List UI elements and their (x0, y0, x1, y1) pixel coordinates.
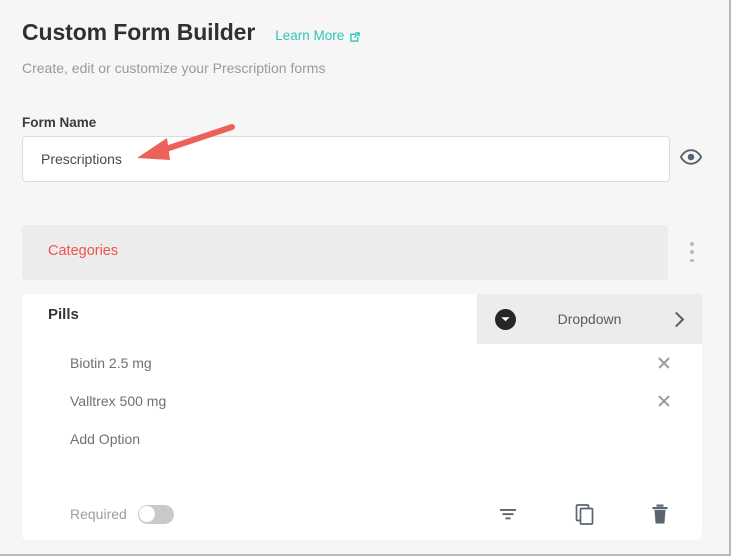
categories-label: Categories (48, 243, 119, 259)
list-item[interactable]: Valltrex 500 mg (22, 382, 702, 420)
field-actions (496, 502, 672, 526)
form-name-label: Form Name (22, 115, 97, 130)
add-option-row[interactable]: Add Option (22, 420, 702, 458)
kebab-menu-icon[interactable] (684, 239, 700, 265)
field-card-footer: Required (22, 488, 702, 540)
field-type-selector[interactable]: Dropdown (477, 294, 702, 344)
duplicate-icon[interactable] (572, 502, 596, 526)
field-card-header: Pills Dropdown (22, 294, 702, 344)
field-title: Pills (48, 306, 79, 323)
required-toggle[interactable] (137, 504, 174, 524)
field-card: Pills Dropdown Biotin 2.5 mg Valltrex 50… (22, 294, 702, 540)
form-name-input[interactable] (22, 136, 670, 182)
page-title: Custom Form Builder (22, 19, 256, 45)
option-list: Biotin 2.5 mg Valltrex 500 mg Add Option (22, 344, 702, 458)
list-item[interactable]: Biotin 2.5 mg (22, 344, 702, 382)
required-label: Required (70, 506, 127, 522)
header: Custom Form Builder Learn More (22, 18, 361, 46)
preview-form-button[interactable] (679, 148, 703, 170)
page-root: Custom Form Builder Learn More Create, e… (0, 0, 729, 554)
option-label: Valltrex 500 mg (70, 393, 167, 409)
close-icon[interactable] (655, 392, 673, 410)
delete-icon[interactable] (648, 502, 672, 526)
close-icon[interactable] (655, 354, 673, 372)
settings-filter-icon[interactable] (496, 502, 520, 526)
eye-icon (679, 148, 703, 170)
learn-more-link[interactable]: Learn More (275, 28, 361, 43)
page-subtitle: Create, edit or customize your Prescript… (22, 60, 326, 76)
add-option-button[interactable]: Add Option (70, 431, 140, 447)
learn-more-label: Learn More (275, 28, 345, 43)
option-label: Biotin 2.5 mg (70, 355, 152, 371)
required-control[interactable]: Required (70, 504, 174, 524)
external-link-icon (349, 31, 361, 43)
categories-panel[interactable]: Categories (22, 225, 668, 280)
